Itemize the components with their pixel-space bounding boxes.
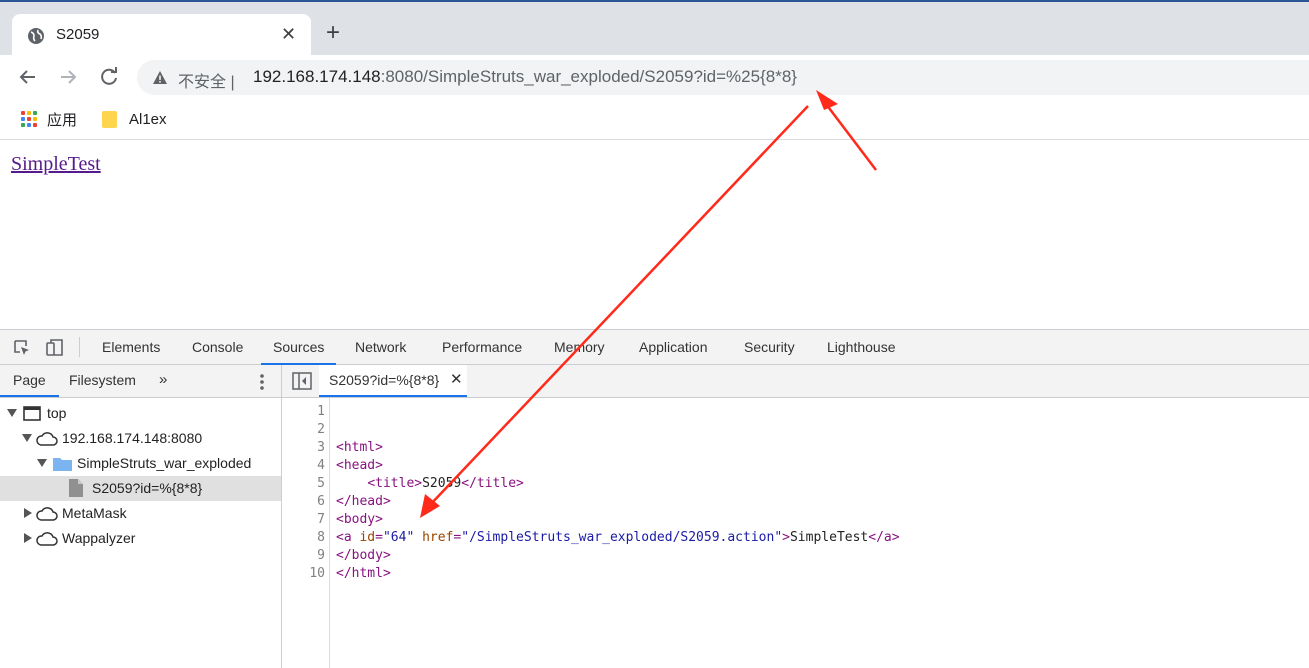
tree-label: 192.168.174.148:8080 (62, 430, 203, 446)
expand-arrow-icon[interactable] (22, 434, 32, 442)
more-tabs-icon[interactable]: » (159, 371, 167, 388)
bookmarks-bar: 应用 Al1ex (0, 99, 1309, 140)
tab-network[interactable]: Network (343, 330, 418, 365)
cloud-icon (36, 532, 58, 546)
globe-icon (28, 28, 44, 44)
folder-icon (53, 458, 72, 471)
kebab-menu-icon[interactable] (256, 372, 268, 392)
tree-label: MetaMask (62, 505, 127, 521)
code-line-9: </body> (336, 548, 391, 563)
code-line-10: </html> (336, 566, 391, 581)
collapse-arrow-icon[interactable] (24, 533, 32, 543)
browser-tabstrip: S2059 ✕ + (0, 0, 1309, 57)
line-number: 1 (317, 404, 325, 419)
tree-label: S2059?id=%{8*8} (92, 480, 203, 496)
inspect-element-icon[interactable] (12, 338, 32, 358)
devtools-tabbar: Elements Console Sources Network Perform… (0, 329, 1309, 365)
browser-toolbar: 不安全 | 192.168.174.148:8080/SimpleStruts_… (0, 55, 1309, 99)
tree-item-metamask[interactable]: MetaMask (0, 501, 281, 526)
security-label[interactable]: 不安全 | (178, 68, 235, 92)
line-number-gutter: 1 2 3 4 5 6 7 8 9 10 (282, 398, 330, 668)
line-number: 8 (317, 530, 325, 545)
line-number: 10 (309, 566, 325, 581)
back-arrow-icon[interactable] (15, 64, 41, 90)
code-line-8: <a id="64" href="/SimpleStruts_war_explo… (336, 530, 900, 545)
tree-label: SimpleStruts_war_exploded (77, 455, 252, 471)
code-line-4: <head> (336, 458, 383, 473)
tree-item-top[interactable]: top (0, 401, 281, 426)
bookmark-label: Al1ex (129, 110, 167, 128)
bookmark-al1ex[interactable]: Al1ex (102, 108, 167, 130)
tab-memory[interactable]: Memory (542, 330, 617, 365)
tab-title: S2059 (56, 26, 100, 43)
tab-filesystem[interactable]: Filesystem (56, 365, 149, 397)
tree-label: Wappalyzer (62, 530, 136, 546)
tab-console[interactable]: Console (180, 330, 255, 365)
line-number: 9 (317, 548, 325, 563)
close-tab-icon[interactable]: ✕ (281, 24, 296, 44)
code-view[interactable]: <html> <head> <title>S2059</title> </hea… (336, 398, 1296, 668)
code-line-6: </head> (336, 494, 391, 509)
expand-arrow-icon[interactable] (37, 459, 47, 467)
collapse-arrow-icon[interactable] (24, 508, 32, 518)
tree-label: top (47, 405, 67, 421)
address-bar[interactable]: 不安全 | 192.168.174.148:8080/SimpleStruts_… (137, 60, 1309, 95)
device-toolbar-icon[interactable] (45, 338, 65, 358)
tree-item-folder[interactable]: SimpleStruts_war_exploded (0, 451, 281, 476)
toggle-navigator-icon[interactable] (292, 372, 312, 390)
close-icon[interactable]: ✕ (450, 370, 463, 388)
tab-security[interactable]: Security (732, 330, 807, 365)
code-line-7: <body> (336, 512, 383, 527)
line-number: 3 (317, 440, 325, 455)
editor-tab-label: S2059?id=%{8*8} (329, 372, 440, 388)
cloud-icon (36, 432, 58, 446)
tab-lighthouse[interactable]: Lighthouse (815, 330, 908, 365)
tab-application[interactable]: Application (627, 330, 720, 365)
bookmark-label: 应用 (47, 111, 78, 129)
tab-elements[interactable]: Elements (90, 330, 172, 365)
line-number: 7 (317, 512, 325, 527)
tree-item-wappalyzer[interactable]: Wappalyzer (0, 526, 281, 551)
frame-icon (23, 406, 41, 421)
page-content: SimpleTest (0, 140, 1309, 329)
navigator-tabs: Page Filesystem » (0, 365, 281, 398)
file-icon (69, 479, 83, 497)
sources-navigator: Page Filesystem » top 192.168.174.148:80… (0, 365, 282, 668)
apps-grid-icon (21, 111, 37, 127)
tree-item-file[interactable]: S2059?id=%{8*8} (0, 476, 281, 501)
tab-sources[interactable]: Sources (261, 330, 337, 365)
line-number: 4 (317, 458, 325, 473)
new-tab-button[interactable]: + (326, 20, 340, 46)
line-number: 2 (317, 422, 325, 437)
editor-file-tab[interactable]: S2059?id=%{8*8} ✕ (319, 365, 467, 397)
folder-icon (102, 110, 117, 128)
reload-icon[interactable] (96, 64, 122, 90)
tab-page[interactable]: Page (0, 365, 59, 397)
url-text[interactable]: 192.168.174.148:8080/SimpleStruts_war_ex… (253, 67, 797, 87)
toolbar-divider (79, 337, 80, 357)
forward-arrow-icon[interactable] (55, 64, 81, 90)
line-number: 5 (317, 476, 325, 491)
code-line-5: <title>S2059</title> (367, 476, 524, 491)
code-line-3: <html> (336, 440, 383, 455)
simpletest-link[interactable]: SimpleTest (11, 153, 101, 176)
editor-tabs: S2059?id=%{8*8} ✕ (282, 365, 1309, 398)
warning-icon (153, 71, 167, 84)
line-number: 6 (317, 494, 325, 509)
tab-performance[interactable]: Performance (430, 330, 534, 365)
expand-arrow-icon[interactable] (7, 409, 17, 417)
tree-item-host[interactable]: 192.168.174.148:8080 (0, 426, 281, 451)
bookmark-apps[interactable]: 应用 (21, 108, 77, 130)
sources-editor: S2059?id=%{8*8} ✕ 1 2 3 4 5 6 7 8 9 10 <… (282, 365, 1309, 668)
browser-tab[interactable]: S2059 ✕ (12, 14, 311, 57)
cloud-icon (36, 507, 58, 521)
